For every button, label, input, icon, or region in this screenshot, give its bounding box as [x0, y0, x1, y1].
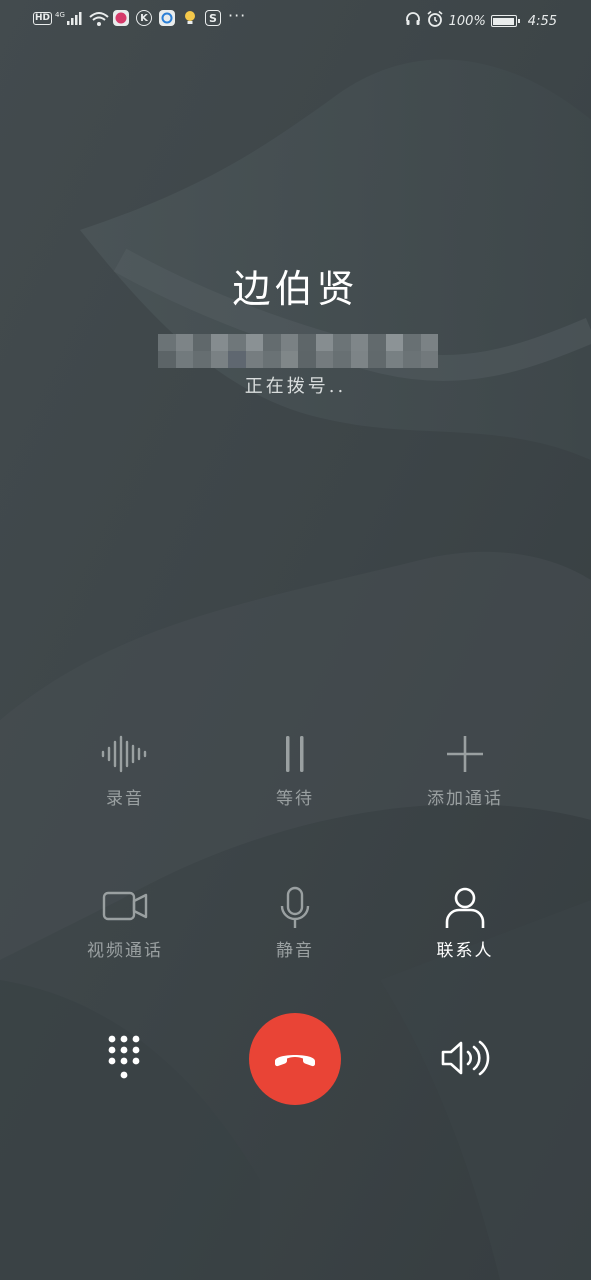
battery-icon [490, 15, 520, 27]
hold-label: 等待 [276, 789, 314, 809]
speaker-button[interactable] [436, 1036, 494, 1084]
weibo-app-icon: S [205, 10, 221, 26]
kugou-app-icon: K [136, 10, 152, 26]
video-call-button[interactable]: 视频通话 [40, 886, 210, 961]
contacts-button[interactable]: 联系人 [380, 886, 550, 961]
headset-icon [405, 11, 421, 31]
svg-text:4G: 4G [55, 11, 65, 19]
status-bar-right: 100% 4:55 [405, 10, 557, 32]
record-button[interactable]: 录音 [40, 734, 210, 809]
microphone-icon [210, 886, 380, 930]
caller-name: 边伯贤 [232, 267, 359, 311]
add-call-button[interactable]: 添加通话 [380, 734, 550, 809]
end-call-button[interactable] [249, 1013, 341, 1105]
dialpad-icon [106, 1034, 142, 1088]
app-notification-icon [113, 10, 129, 26]
mute-button[interactable]: 静音 [210, 886, 380, 961]
video-camera-icon [40, 886, 210, 930]
waveform-icon [40, 734, 210, 778]
status-bar: HD 4G K S ··· 100% 4:55 [0, 0, 591, 42]
mute-label: 静音 [276, 941, 314, 961]
person-icon [380, 886, 550, 930]
contacts-label: 联系人 [436, 941, 494, 961]
browser-app-icon [159, 10, 175, 26]
clock-time: 4:55 [527, 13, 557, 29]
dialpad-button[interactable] [100, 1034, 148, 1088]
alarm-icon [426, 10, 444, 32]
phone-number-pixelated [158, 334, 438, 368]
hold-button[interactable]: 等待 [210, 734, 380, 809]
hd-voice-badge: HD [33, 12, 53, 25]
add-call-label: 添加通话 [427, 789, 503, 809]
battery-percent: 100% [448, 13, 486, 29]
hang-up-icon [272, 1046, 318, 1073]
pause-icon [210, 734, 380, 778]
record-label: 录音 [106, 789, 144, 809]
video-call-label: 视频通话 [87, 941, 163, 961]
call-status-text: 正在拨号.. [244, 376, 347, 397]
bulb-app-icon [183, 10, 197, 26]
speaker-volume-icon [439, 1038, 491, 1082]
wifi-icon [88, 10, 110, 28]
more-notifications-icon: ··· [228, 6, 247, 25]
cellular-signal-icon: 4G [55, 9, 83, 27]
plus-icon [380, 734, 550, 778]
